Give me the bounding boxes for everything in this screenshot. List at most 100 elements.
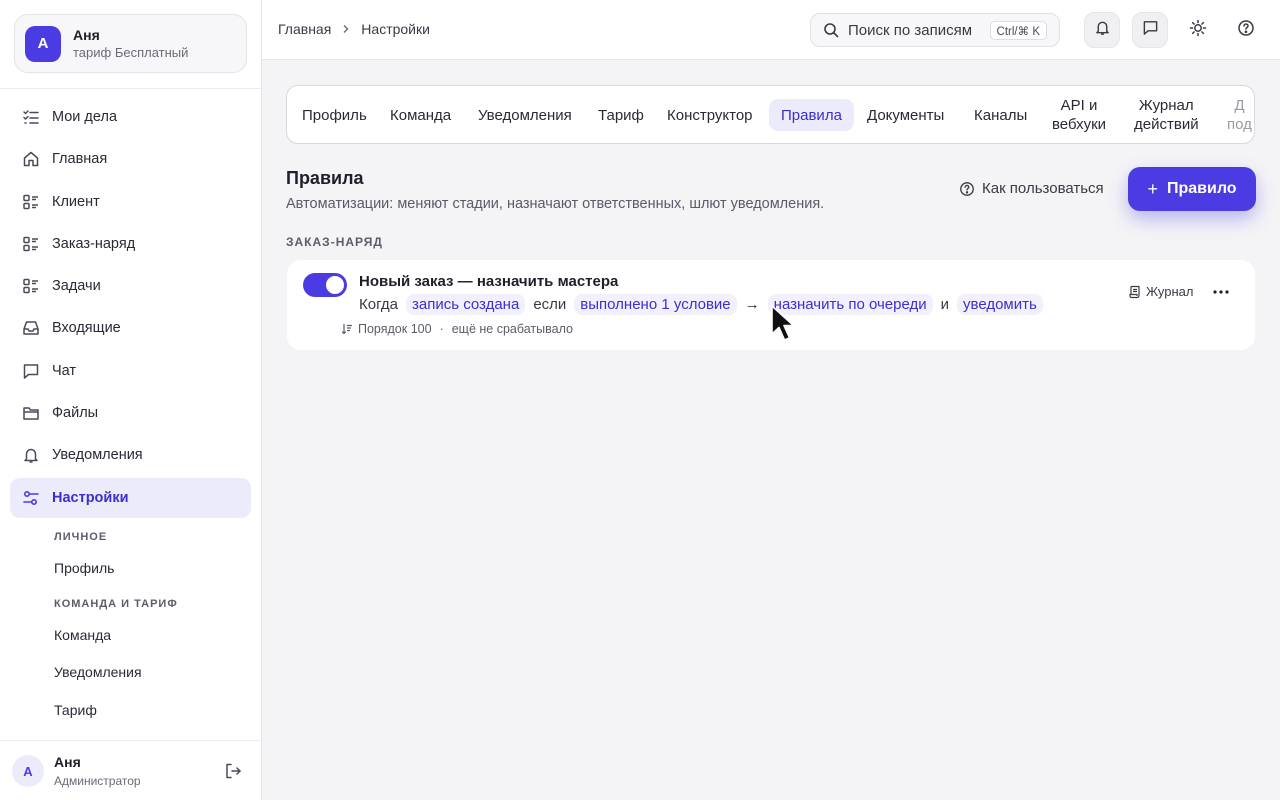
how-to-use-link[interactable]: Как пользоваться — [959, 180, 1104, 197]
sidebar-item-label: Уведомления — [52, 447, 143, 464]
list-icon — [22, 193, 40, 211]
sidebar-item-label: Главная — [52, 151, 108, 168]
rule-condition-chip[interactable]: выполнено 1 условие — [574, 293, 737, 315]
search-icon — [823, 22, 839, 38]
breadcrumb-home[interactable]: Главная — [278, 21, 331, 37]
scroll-icon — [1128, 285, 1142, 299]
rule-title: Новый заказ — назначить мастера — [359, 273, 619, 290]
rule-journal-button[interactable]: Журнал — [1128, 284, 1193, 299]
checklist-icon — [22, 108, 40, 126]
topbar: Главная Настройки Ctrl/⌘ K — [262, 0, 1280, 60]
sidebar-item-label: Мои дела — [52, 109, 118, 125]
avatar[interactable]: A — [12, 755, 44, 787]
sidebar-item-settings[interactable]: Настройки — [10, 477, 251, 518]
chat-icon — [1142, 19, 1159, 41]
sidebar-item-tasks[interactable]: Задачи — [10, 266, 251, 306]
sidebar-item-label: Чат — [52, 362, 77, 379]
chat-icon — [22, 362, 40, 380]
rule-word-when: Когда — [359, 295, 398, 313]
sidebar-item-my-tasks[interactable]: Мои дела — [10, 97, 251, 137]
sun-icon — [1189, 19, 1207, 42]
chat-button[interactable] — [1132, 12, 1168, 48]
tab-documents[interactable]: Документы — [867, 99, 944, 131]
sidebar-item-inbox[interactable]: Входящие — [10, 308, 251, 348]
subnav-item-profile[interactable]: Профиль — [54, 560, 254, 576]
account-name: Аня — [73, 27, 100, 43]
subnav-heading-team: КОМАНДА И ТАРИФ — [54, 598, 178, 610]
help-icon — [1237, 19, 1255, 42]
add-rule-label: Правило — [1166, 180, 1237, 197]
bell-icon — [22, 446, 40, 464]
rule-enabled-toggle[interactable] — [303, 273, 347, 297]
sidebar: A Аня тариф Бесплатный Мои дела Главная … — [0, 0, 262, 800]
search-shortcut-hint: Ctrl/⌘ K — [989, 21, 1047, 40]
rule-meta: Порядок 100 · ещё не срабатывало — [341, 322, 573, 336]
user-footer: A Аня Администратор — [0, 740, 261, 800]
rule-word-and: и — [940, 295, 950, 313]
section-heading: ЗАКАЗ-НАРЯД — [286, 235, 383, 249]
rule-action-chip[interactable]: назначить по очереди — [767, 293, 933, 315]
tab-label-line1: Журнал — [1138, 97, 1194, 114]
tab-label-line1: Д — [1234, 97, 1245, 114]
subnav-item-plan[interactable]: Тариф — [54, 702, 254, 718]
folder-icon — [22, 404, 40, 422]
subnav-item-team[interactable]: Команда — [54, 627, 254, 643]
tab-label-line2: под — [1227, 116, 1252, 133]
rule-order: Порядок 100 — [358, 322, 432, 336]
list-icon — [22, 235, 40, 253]
sidebar-item-notifications[interactable]: Уведомления — [10, 435, 251, 475]
sliders-icon — [22, 489, 40, 507]
sidebar-item-chat[interactable]: Чат — [10, 351, 251, 391]
how-to-use-label: Как пользоваться — [982, 180, 1104, 197]
settings-tabs: Профиль Команда Уведомления Тариф Констр… — [286, 85, 1255, 144]
tab-notifications[interactable]: Уведомления — [478, 99, 572, 131]
subnav-heading-personal: ЛИЧНОЕ — [54, 531, 108, 543]
search-input[interactable] — [848, 21, 978, 39]
sidebar-item-label: Задачи — [52, 278, 101, 295]
list-icon — [22, 277, 40, 295]
account-plan: тариф Бесплатный — [73, 45, 189, 60]
tab-channels[interactable]: Каналы — [974, 99, 1027, 131]
rule-word-if: если — [533, 295, 567, 313]
rule-action-chip[interactable]: уведомить — [957, 293, 1043, 315]
add-rule-button[interactable]: + Правило — [1128, 167, 1256, 211]
sidebar-item-label: Заказ-наряд — [52, 235, 136, 252]
tab-label-line1: API и — [1060, 97, 1098, 114]
tab-activity-log[interactable]: Журнал действий — [1134, 95, 1199, 135]
tab-overflow[interactable]: Д под — [1227, 95, 1252, 135]
sidebar-item-work-orders[interactable]: Заказ-наряд — [10, 224, 251, 264]
sidebar-divider — [0, 88, 261, 89]
breadcrumb: Главная Настройки — [278, 21, 430, 37]
user-role: Администратор — [54, 774, 141, 788]
breadcrumb-current: Настройки — [361, 21, 430, 37]
sidebar-item-files[interactable]: Файлы — [10, 393, 251, 433]
tab-profile[interactable]: Профиль — [302, 99, 367, 131]
account-switcher[interactable]: A Аня тариф Бесплатный — [14, 14, 247, 73]
search-box[interactable]: Ctrl/⌘ K — [810, 13, 1060, 47]
sort-icon — [341, 323, 353, 335]
rule-card: Новый заказ — назначить мастера Когда за… — [287, 260, 1255, 350]
help-button[interactable] — [1228, 12, 1264, 48]
subnav-item-notifications[interactable]: Уведомления — [54, 664, 254, 680]
arrow-right-icon: → — [744, 295, 760, 313]
page-title: Правила — [286, 168, 364, 188]
tab-team[interactable]: Команда — [390, 99, 451, 131]
sidebar-item-home[interactable]: Главная — [10, 139, 251, 179]
sidebar-item-label: Клиент — [52, 193, 100, 210]
more-options-icon[interactable] — [1211, 281, 1231, 303]
chevron-right-icon — [341, 22, 351, 37]
tab-rules[interactable]: Правила — [769, 99, 854, 131]
theme-toggle-button[interactable] — [1180, 12, 1216, 48]
tab-plan[interactable]: Тариф — [598, 99, 644, 131]
rule-journal-label: Журнал — [1146, 284, 1194, 299]
tab-label-line2: действий — [1134, 116, 1199, 133]
user-name: Аня — [54, 754, 81, 770]
tab-builder[interactable]: Конструктор — [667, 99, 753, 131]
sidebar-item-client[interactable]: Клиент — [10, 182, 251, 222]
rule-trigger-chip[interactable]: запись создана — [405, 293, 526, 315]
notifications-button[interactable] — [1084, 12, 1120, 48]
logout-icon[interactable] — [224, 762, 242, 780]
account-avatar: A — [25, 25, 61, 62]
tab-api-webhooks[interactable]: API и вебхуки — [1052, 95, 1106, 135]
sidebar-item-label: Настройки — [52, 489, 129, 506]
